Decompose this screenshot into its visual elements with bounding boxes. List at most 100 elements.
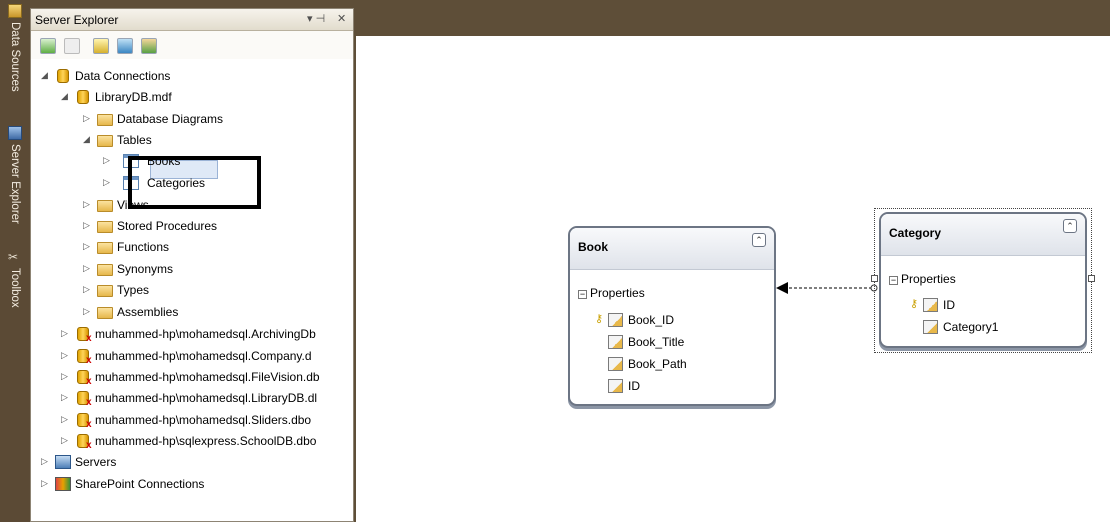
entity-title: Category — [889, 226, 942, 240]
property-name: ID — [628, 379, 640, 393]
collapsed-icon[interactable]: ▷ — [83, 113, 93, 124]
tree-node-label: muhammed-hp\mohamedsql.Company.d — [95, 349, 312, 363]
property-name: ID — [943, 298, 955, 312]
tree-node-label: Tables — [117, 133, 152, 147]
tree-node-label: Synonyms — [117, 262, 174, 276]
stop-icon[interactable] — [64, 38, 80, 54]
properties-section[interactable]: − Properties — [889, 272, 956, 286]
entity-designer-surface[interactable]: Book ⌃ − Properties ⚷ Book_ID Book_Title … — [356, 36, 1110, 522]
error-icon: x — [86, 397, 92, 408]
expanded-icon[interactable]: ◢ — [83, 134, 93, 145]
tree-node-label: muhammed-hp\mohamedsql.ArchivingDb — [95, 327, 316, 341]
folder-icon — [97, 242, 113, 254]
data-sources-icon — [8, 4, 22, 18]
resize-handle[interactable] — [871, 275, 878, 282]
property-icon — [608, 357, 623, 371]
collapsed-icon[interactable]: ▷ — [41, 478, 51, 489]
collapsed-icon[interactable]: ▷ — [83, 241, 93, 252]
refresh-icon[interactable] — [40, 38, 56, 54]
entity-title: Book — [578, 240, 608, 254]
folder-icon — [97, 264, 113, 276]
tree-node-label: Assemblies — [117, 305, 179, 319]
collapsed-icon[interactable]: ▷ — [61, 392, 71, 403]
property-name: Category1 — [943, 320, 999, 334]
error-icon: x — [86, 376, 92, 387]
server-explorer-tab[interactable]: Server Explorer — [4, 126, 26, 246]
collapsed-icon[interactable]: ▷ — [61, 435, 71, 446]
association-arrowhead — [776, 282, 788, 294]
tree-node-label: SharePoint Connections — [75, 477, 205, 491]
folder-icon — [97, 285, 113, 297]
entity-header[interactable]: Category ⌃ — [881, 214, 1085, 256]
property-icon — [923, 320, 938, 334]
entity-book[interactable]: Book ⌃ − Properties ⚷ Book_ID Book_Title … — [568, 226, 776, 406]
tree-node-label: Functions — [117, 240, 170, 254]
server-explorer-panel: Server Explorer ▾ ⊣ ✕ ◢ Data Connections… — [30, 8, 354, 522]
collapsed-icon[interactable]: ▷ — [83, 199, 93, 210]
entity-category[interactable]: Category ⌃ − Properties ⚷ ID Category1 — [879, 212, 1087, 348]
collapsed-icon[interactable]: ▷ — [83, 263, 93, 274]
collapsed-icon[interactable]: ▷ — [61, 328, 71, 339]
collapsed-icon[interactable]: ▷ — [41, 456, 51, 467]
connect-server-icon[interactable] — [117, 38, 133, 54]
close-icon[interactable]: ✕ — [337, 12, 346, 25]
collapse-icon[interactable]: ⌃ — [1063, 219, 1077, 233]
tree-node-label: muhammed-hp\mohamedsql.LibraryDB.dl — [95, 391, 318, 405]
folder-icon — [97, 135, 113, 147]
data-connections-icon — [57, 69, 69, 83]
database-icon — [77, 90, 89, 104]
tree-node-label: Views — [117, 198, 149, 212]
collapsed-icon[interactable]: ▷ — [83, 306, 93, 317]
data-sources-tab[interactable]: Data Sources — [4, 4, 26, 112]
toolbox-icon: ✂ — [8, 250, 19, 264]
tree-node-label: LibraryDB.mdf — [95, 90, 172, 104]
folder-icon — [97, 114, 113, 126]
tree-node-label: muhammed-hp\mohamedsql.FileVision.db — [95, 370, 320, 384]
section-toggle-icon[interactable]: − — [889, 276, 898, 285]
collapsed-icon[interactable]: ▷ — [61, 371, 71, 382]
property-name: Book_Path — [628, 357, 687, 371]
connect-database-icon[interactable] — [93, 38, 109, 54]
tree-node-label: muhammed-hp\mohamedsql.Sliders.dbo — [95, 413, 312, 427]
collapsed-icon[interactable]: ▷ — [83, 284, 93, 295]
server-explorer-icon — [8, 126, 22, 140]
tree-node-label: Types — [117, 283, 150, 297]
toolbox-tab[interactable]: ✂ Toolbox — [4, 250, 26, 330]
expanded-icon[interactable]: ◢ — [61, 91, 71, 102]
collapsed-icon[interactable]: ▷ — [103, 155, 113, 166]
sharepoint-icon — [55, 477, 71, 491]
panel-title-bar: Server Explorer ▾ ⊣ ✕ — [31, 9, 353, 31]
pin-icon[interactable]: ▾ ⊣ — [307, 12, 325, 25]
data-sources-tab-label: Data Sources — [9, 22, 21, 92]
collapsed-icon[interactable]: ▷ — [103, 177, 113, 188]
collapsed-icon[interactable]: ▷ — [61, 350, 71, 361]
tree-node-label: muhammed-hp\sqlexpress.SchoolDB.dbo — [95, 434, 317, 448]
property-icon — [608, 313, 623, 327]
collapsed-icon[interactable]: ▷ — [83, 220, 93, 231]
servers-icon — [55, 455, 71, 469]
properties-section[interactable]: − Properties — [578, 286, 645, 300]
connect-sharepoint-icon[interactable] — [141, 38, 157, 54]
tree-node-label: Database Diagrams — [117, 112, 224, 126]
expanded-icon[interactable]: ◢ — [41, 70, 51, 81]
collapsed-icon[interactable]: ▷ — [61, 414, 71, 425]
collapse-icon[interactable]: ⌃ — [752, 233, 766, 247]
property-name: Book_ID — [628, 313, 675, 327]
property-name: Book_Title — [628, 335, 685, 349]
section-label: Properties — [590, 286, 645, 300]
tree-node-label: Servers — [75, 455, 117, 469]
error-icon: x — [86, 333, 92, 344]
error-icon: x — [86, 355, 92, 366]
entity-header[interactable]: Book ⌃ — [570, 228, 774, 270]
section-toggle-icon[interactable]: − — [578, 290, 587, 299]
property-icon — [608, 335, 623, 349]
folder-icon — [97, 307, 113, 319]
property-icon — [923, 298, 938, 312]
toolbox-tab-label: Toolbox — [9, 268, 21, 308]
key-icon: ⚷ — [595, 313, 604, 325]
panel-toolbar — [31, 31, 353, 59]
resize-handle[interactable] — [1088, 275, 1095, 282]
tree-node-label: Stored Procedures — [117, 219, 218, 233]
folder-icon — [97, 221, 113, 233]
section-label: Properties — [901, 272, 956, 286]
